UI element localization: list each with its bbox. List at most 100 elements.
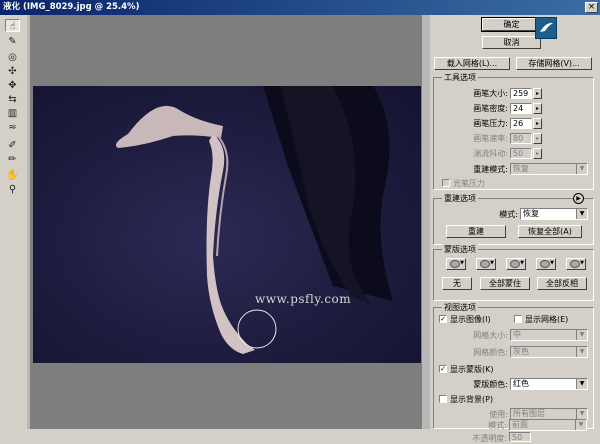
photoshop-logo — [535, 17, 557, 39]
mask-none-button[interactable]: 无 — [442, 277, 472, 290]
brush-size-arrow-icon[interactable]: ▸ — [533, 88, 542, 99]
show-backdrop-label[interactable]: 显示背景(P) — [450, 394, 493, 405]
reconstruct-button[interactable]: 重建 — [446, 225, 506, 238]
mask-subtract-icon — [510, 260, 520, 268]
save-mesh-button[interactable]: 存储网格(V)... — [516, 57, 592, 70]
turbulent-jitter-field: 50 — [510, 148, 532, 159]
mesh-color-value: 灰色 — [513, 347, 529, 356]
stylus-pressure-checkbox — [442, 179, 450, 187]
tool-options-group: 工具选项 画笔大小: 259 ▸ 画笔密度: 24 ▸ 画笔压力: 26 ▸ 画… — [433, 72, 594, 190]
view-options-group: 视图选项 ✓ 显示图像(I) 显示网格(E) 网格大小: 中 ▼ 网格颜色: 灰色… — [433, 302, 594, 429]
mode-select[interactable]: 恢复 ▼ — [520, 208, 588, 220]
dropdown-arrow-icon: ▼ — [576, 347, 587, 357]
window-title: 液化 (IMG_8029.jpg @ 25.4%) — [3, 2, 140, 12]
mask-color-value: 红色 — [513, 379, 529, 388]
dropdown-arrow-icon[interactable]: ▼ — [576, 379, 587, 389]
brush-density-arrow-icon[interactable]: ▸ — [533, 103, 542, 114]
freeze-mask-tool-icon[interactable]: ✐ — [5, 139, 20, 152]
show-mesh-checkbox[interactable] — [514, 315, 522, 323]
brush-size-field[interactable]: 259 — [510, 88, 532, 99]
mirror-tool-icon[interactable]: ▥ — [5, 107, 20, 120]
mode-label: 模式: — [499, 210, 518, 219]
dropdown-arrow-icon: ▼ — [576, 330, 587, 340]
mode-backdrop-label: 模式: — [488, 421, 507, 430]
options-panel: 确定 取消 载入网格(L)... 存储网格(V)... 工具选项 画笔大小: 2… — [430, 15, 600, 443]
use-value: 所有图层 — [513, 409, 545, 418]
tool-options-title: 工具选项 — [442, 72, 478, 83]
dropdown-arrow-icon[interactable]: ▼ — [576, 209, 587, 219]
dropdown-arrow-icon: ▼ — [576, 164, 587, 174]
cancel-button[interactable]: 取消 — [482, 36, 541, 49]
mask-intersect-icon — [540, 260, 550, 268]
twirl-clockwise-tool-icon[interactable]: ◎ — [5, 51, 20, 64]
pucker-tool-icon[interactable]: ✣ — [5, 65, 20, 78]
reconstruct-mode-select: 恢复 ▼ — [510, 163, 588, 175]
tool-palette: ☝ ✎ ◎ ✣ ✥ ⇆ ▥ ≈ ✐ ✏ ✋ ⚲ — [0, 15, 25, 429]
add-to-selection-button[interactable]: ▼ — [476, 258, 496, 270]
use-label: 使用: — [489, 410, 508, 419]
mask-add-icon — [480, 260, 490, 268]
mask-replace-icon — [450, 260, 460, 268]
title-bar: 液化 (IMG_8029.jpg @ 25.4%) × — [0, 0, 600, 15]
mask-options-group: 蒙版选项 ▼ ▼ ▼ ▼ ▼ 无 全部蒙住 全部反相 — [433, 244, 594, 301]
mask-invert-icon — [570, 260, 580, 268]
mask-color-select[interactable]: 红色 ▼ — [510, 378, 588, 390]
mesh-color-select: 灰色 ▼ — [510, 346, 588, 358]
intersect-selection-button[interactable]: ▼ — [536, 258, 556, 270]
brush-pressure-arrow-icon[interactable]: ▸ — [533, 118, 542, 129]
view-options-title: 视图选项 — [442, 302, 478, 313]
show-mask-label[interactable]: 显示蒙版(K) — [450, 364, 494, 375]
load-mesh-button[interactable]: 载入网格(L)... — [434, 57, 510, 70]
replace-selection-button[interactable]: ▼ — [446, 258, 466, 270]
backdrop-mode-select: 前面 ▼ — [509, 419, 587, 431]
brush-rate-arrow-icon: ▸ — [533, 133, 542, 144]
watermark-text: www.psfly.com — [255, 292, 352, 306]
mesh-size-value: 中 — [513, 330, 521, 339]
subtract-from-selection-button[interactable]: ▼ — [506, 258, 526, 270]
invert-all-button[interactable]: 全部反相 — [537, 277, 587, 290]
dropdown-arrow-icon: ▼ — [520, 260, 524, 266]
push-left-tool-icon[interactable]: ⇆ — [5, 93, 20, 106]
hand-tool-icon[interactable]: ✋ — [5, 169, 20, 182]
reconstruct-options-title: 重建选项 — [442, 193, 478, 204]
canvas-background: www.psfly.com — [30, 15, 422, 429]
mask-options-title: 蒙版选项 — [442, 244, 478, 255]
brush-rate-label: 画笔速率: — [473, 134, 508, 143]
show-mask-checkbox[interactable]: ✓ — [439, 365, 447, 373]
photo-preview[interactable]: www.psfly.com — [33, 86, 421, 363]
mask-all-button[interactable]: 全部蒙住 — [480, 277, 530, 290]
warp-tool-icon[interactable]: ☝ — [5, 19, 20, 32]
brush-density-field[interactable]: 24 — [510, 103, 532, 114]
photo-image — [115, 86, 393, 354]
brush-density-label: 画笔密度: — [473, 104, 508, 113]
reconstruct-mode-value: 恢复 — [513, 164, 529, 173]
thaw-mask-tool-icon[interactable]: ✏ — [5, 153, 20, 166]
turbulent-jitter-label: 湍流抖动: — [473, 149, 508, 158]
zoom-tool-icon[interactable]: ⚲ — [5, 183, 20, 196]
brush-pressure-label: 画笔压力: — [473, 119, 508, 128]
ok-button[interactable]: 确定 — [481, 17, 542, 32]
show-image-checkbox[interactable]: ✓ — [439, 315, 447, 323]
feather-icon — [540, 22, 553, 32]
dropdown-arrow-icon: ▼ — [490, 260, 494, 266]
brush-pressure-field[interactable]: 26 — [510, 118, 532, 129]
close-button[interactable]: × — [585, 2, 598, 13]
mode-select-value: 恢复 — [523, 209, 539, 218]
show-mesh-label[interactable]: 显示网格(E) — [525, 314, 568, 325]
opacity-label: 不透明度: — [472, 434, 507, 443]
panel-menu-arrow-icon[interactable]: ▶ — [573, 193, 584, 204]
mesh-color-label: 网格颜色: — [473, 348, 508, 357]
bloat-tool-icon[interactable]: ✥ — [5, 79, 20, 92]
show-image-label[interactable]: 显示图像(I) — [450, 314, 491, 325]
invert-selection-button[interactable]: ▼ — [566, 258, 586, 270]
turbulent-jitter-arrow-icon: ▸ — [533, 148, 542, 159]
restore-all-button[interactable]: 恢复全部(A) — [518, 225, 582, 238]
mask-color-label: 蒙版颜色: — [473, 380, 508, 389]
mesh-size-label: 网格大小: — [473, 331, 508, 340]
dropdown-arrow-icon: ▼ — [576, 409, 587, 419]
brush-size-label: 画笔大小: — [473, 89, 508, 98]
turbulence-tool-icon[interactable]: ≈ — [5, 121, 20, 134]
preview-area[interactable]: www.psfly.com — [27, 15, 432, 429]
reconstruct-tool-icon[interactable]: ✎ — [5, 35, 20, 48]
show-backdrop-checkbox[interactable] — [439, 395, 447, 403]
